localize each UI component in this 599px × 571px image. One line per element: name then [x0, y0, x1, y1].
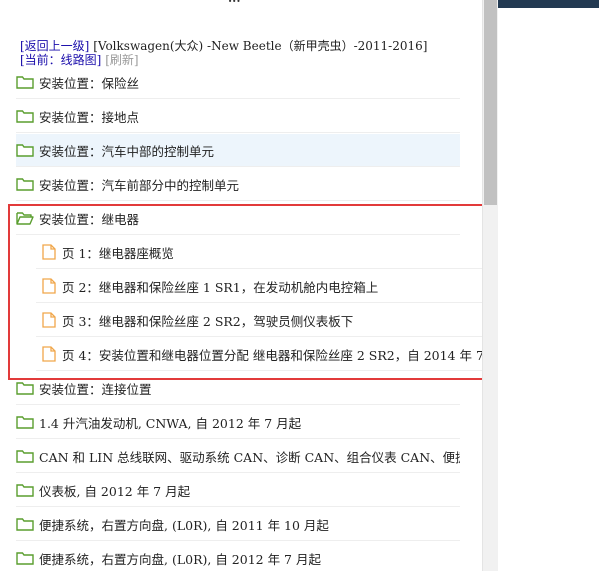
document-icon [42, 278, 56, 294]
tree-item-label: 安装位置：连接位置 [39, 381, 152, 397]
tree-item-can-lin-network[interactable]: CAN 和 LIN 总线联网、驱动系统 CAN、诊断 CAN、组合仪表 CAN、… [16, 440, 460, 473]
tree-item-engine-cnwa[interactable]: 1.4 升汽油发动机, CNWA, 自 2012 年 7 月起 [16, 406, 460, 439]
tree-item-front-control-units[interactable]: 安装位置：汽车前部分中的控制单元 [16, 168, 460, 201]
folder-open-icon [16, 211, 34, 225]
refresh-link[interactable]: [刷新] [105, 53, 138, 67]
tree-page-1[interactable]: 页 1：继电器座概览 [36, 236, 482, 269]
tree-item-relays[interactable]: 安装位置：继电器 [16, 202, 460, 235]
folder-icon [16, 75, 34, 89]
folder-icon [16, 449, 34, 463]
panel-header-strip [498, 0, 599, 8]
folder-icon [16, 483, 34, 497]
document-icon [42, 312, 56, 328]
vertical-scrollbar[interactable] [482, 0, 499, 571]
folder-icon [16, 109, 34, 123]
tree-item-connection-locations[interactable]: 安装位置：连接位置 [16, 372, 460, 405]
back-link[interactable]: [返回上一级] [20, 39, 89, 53]
folder-icon [16, 415, 34, 429]
tree-page-2[interactable]: 页 2：继电器和保险丝座 1 SR1，在发动机舱内电控箱上 [36, 270, 482, 303]
tree-item-label: 页 4：安装位置和继电器位置分配 继电器和保险丝座 2 SR2，自 2014 年… [62, 347, 482, 363]
tree-item-label: 安装位置：保险丝 [39, 75, 140, 91]
right-panel [498, 0, 599, 571]
document-icon [42, 244, 56, 260]
tree-item-label: CAN 和 LIN 总线联网、驱动系统 CAN、诊断 CAN、组合仪表 CAN、… [39, 449, 460, 465]
folder-icon [16, 143, 34, 157]
tree-item-label: 1.4 升汽油发动机, CNWA, 自 2012 年 7 月起 [39, 415, 302, 431]
tree-item-label: 便捷系统，右置方向盘, (L0R), 自 2012 年 7 月起 [39, 551, 321, 567]
tree-item-center-control-units[interactable]: 安装位置：汽车中部的控制单元 [16, 134, 460, 167]
scrollbar-thumb[interactable] [484, 0, 497, 205]
folder-icon [16, 517, 34, 531]
tree-item-comfort-rhd-2012[interactable]: 便捷系统，右置方向盘, (L0R), 自 2012 年 7 月起 [16, 542, 460, 571]
current-view-link[interactable]: [当前：线路图] [20, 53, 101, 67]
tree-item-label: 安装位置：继电器 [39, 211, 140, 227]
tree-item-label: 安装位置：接地点 [39, 109, 140, 125]
tree-item-ground-points[interactable]: 安装位置：接地点 [16, 100, 460, 133]
tree-item-label: 安装位置：汽车中部的控制单元 [39, 143, 215, 159]
breadcrumb-path: [Volkswagen(大众) -New Beetle（新甲壳虫）-2011-2… [93, 39, 428, 53]
document-icon [42, 346, 56, 362]
folder-icon [16, 381, 34, 395]
tree-item-label: 安装位置：汽车前部分中的控制单元 [39, 177, 240, 193]
tree-item-label: 页 2：继电器和保险丝座 1 SR1，在发动机舱内电控箱上 [62, 279, 379, 295]
tree-item-label: 便捷系统，右置方向盘, (L0R), 自 2011 年 10 月起 [39, 517, 329, 533]
tree-panel: [返回上一级] [Volkswagen(大众) -New Beetle（新甲壳虫… [0, 0, 482, 571]
tree-item-label: 仪表板, 自 2012 年 7 月起 [39, 483, 191, 499]
tree-item-label: 页 3：继电器和保险丝座 2 SR2，驾驶员侧仪表板下 [62, 313, 354, 329]
tree-item-fuses[interactable]: 安装位置：保险丝 [16, 66, 460, 99]
tree-page-3[interactable]: 页 3：继电器和保险丝座 2 SR2，驾驶员侧仪表板下 [36, 304, 482, 337]
breadcrumb: [返回上一级] [Volkswagen(大众) -New Beetle（新甲壳虫… [20, 39, 480, 67]
folder-icon [16, 551, 34, 565]
tree-item-comfort-rhd-2011[interactable]: 便捷系统，右置方向盘, (L0R), 自 2011 年 10 月起 [16, 508, 460, 541]
tree-page-4[interactable]: 页 4：安装位置和继电器位置分配 继电器和保险丝座 2 SR2，自 2014 年… [36, 338, 482, 371]
tree-item-label: 页 1：继电器座概览 [62, 245, 174, 261]
folder-icon [16, 177, 34, 191]
tree-item-dashboard[interactable]: 仪表板, 自 2012 年 7 月起 [16, 474, 460, 507]
